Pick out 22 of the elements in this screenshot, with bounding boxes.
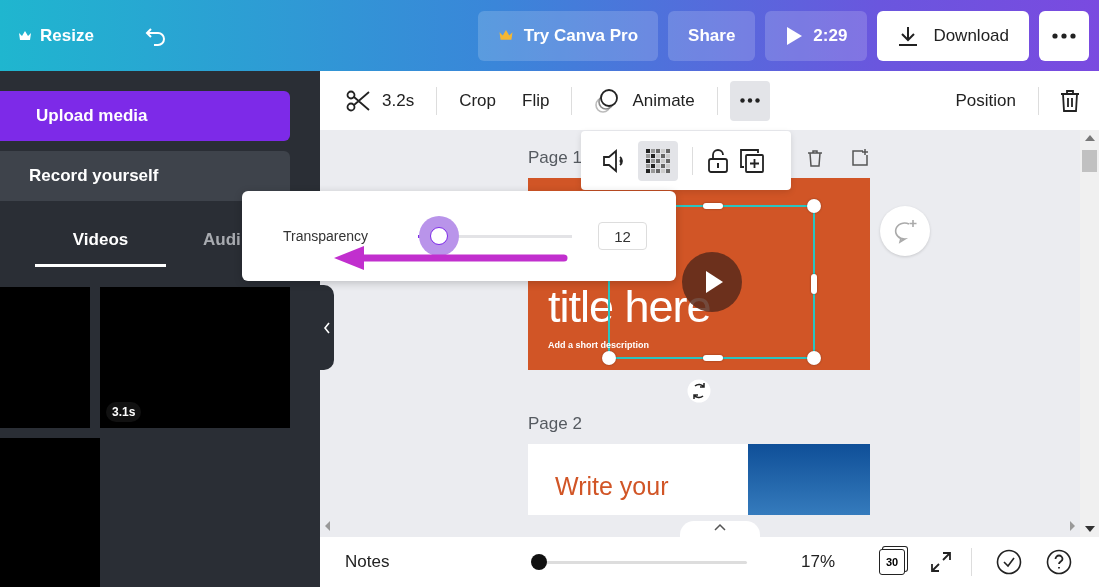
page-label: Page 1 [528,148,582,168]
page-label: Page 2 [528,414,582,434]
flip-button[interactable]: Flip [512,80,560,121]
zoom-value: 17% [801,552,837,572]
position-button[interactable]: Position [945,80,1026,121]
video-thumbnail[interactable]: 3.1s [100,287,290,428]
crop-button[interactable]: Crop [449,80,506,121]
animate-button[interactable]: Animate [584,80,705,121]
page-count-button[interactable]: 30 [879,549,905,575]
notes-button[interactable]: Notes [345,552,531,572]
trim-button[interactable]: 3.2s [336,80,425,121]
download-button[interactable]: Download [877,10,1029,61]
record-button[interactable]: Record yourself [0,151,290,201]
panel-tab[interactable]: Audi [178,215,241,267]
panel-tab[interactable]: Videos [35,215,166,267]
slide-heading: Write your [555,472,670,501]
transparency-label: Transparency [283,228,370,244]
play-button[interactable]: 2:29 [765,10,868,61]
duration-badge: 3.1s [106,402,142,422]
slide[interactable]: Write your [528,444,870,515]
transparency-value-field[interactable]: 12 [598,222,647,250]
upload-media-button[interactable]: Upload media [0,91,290,141]
